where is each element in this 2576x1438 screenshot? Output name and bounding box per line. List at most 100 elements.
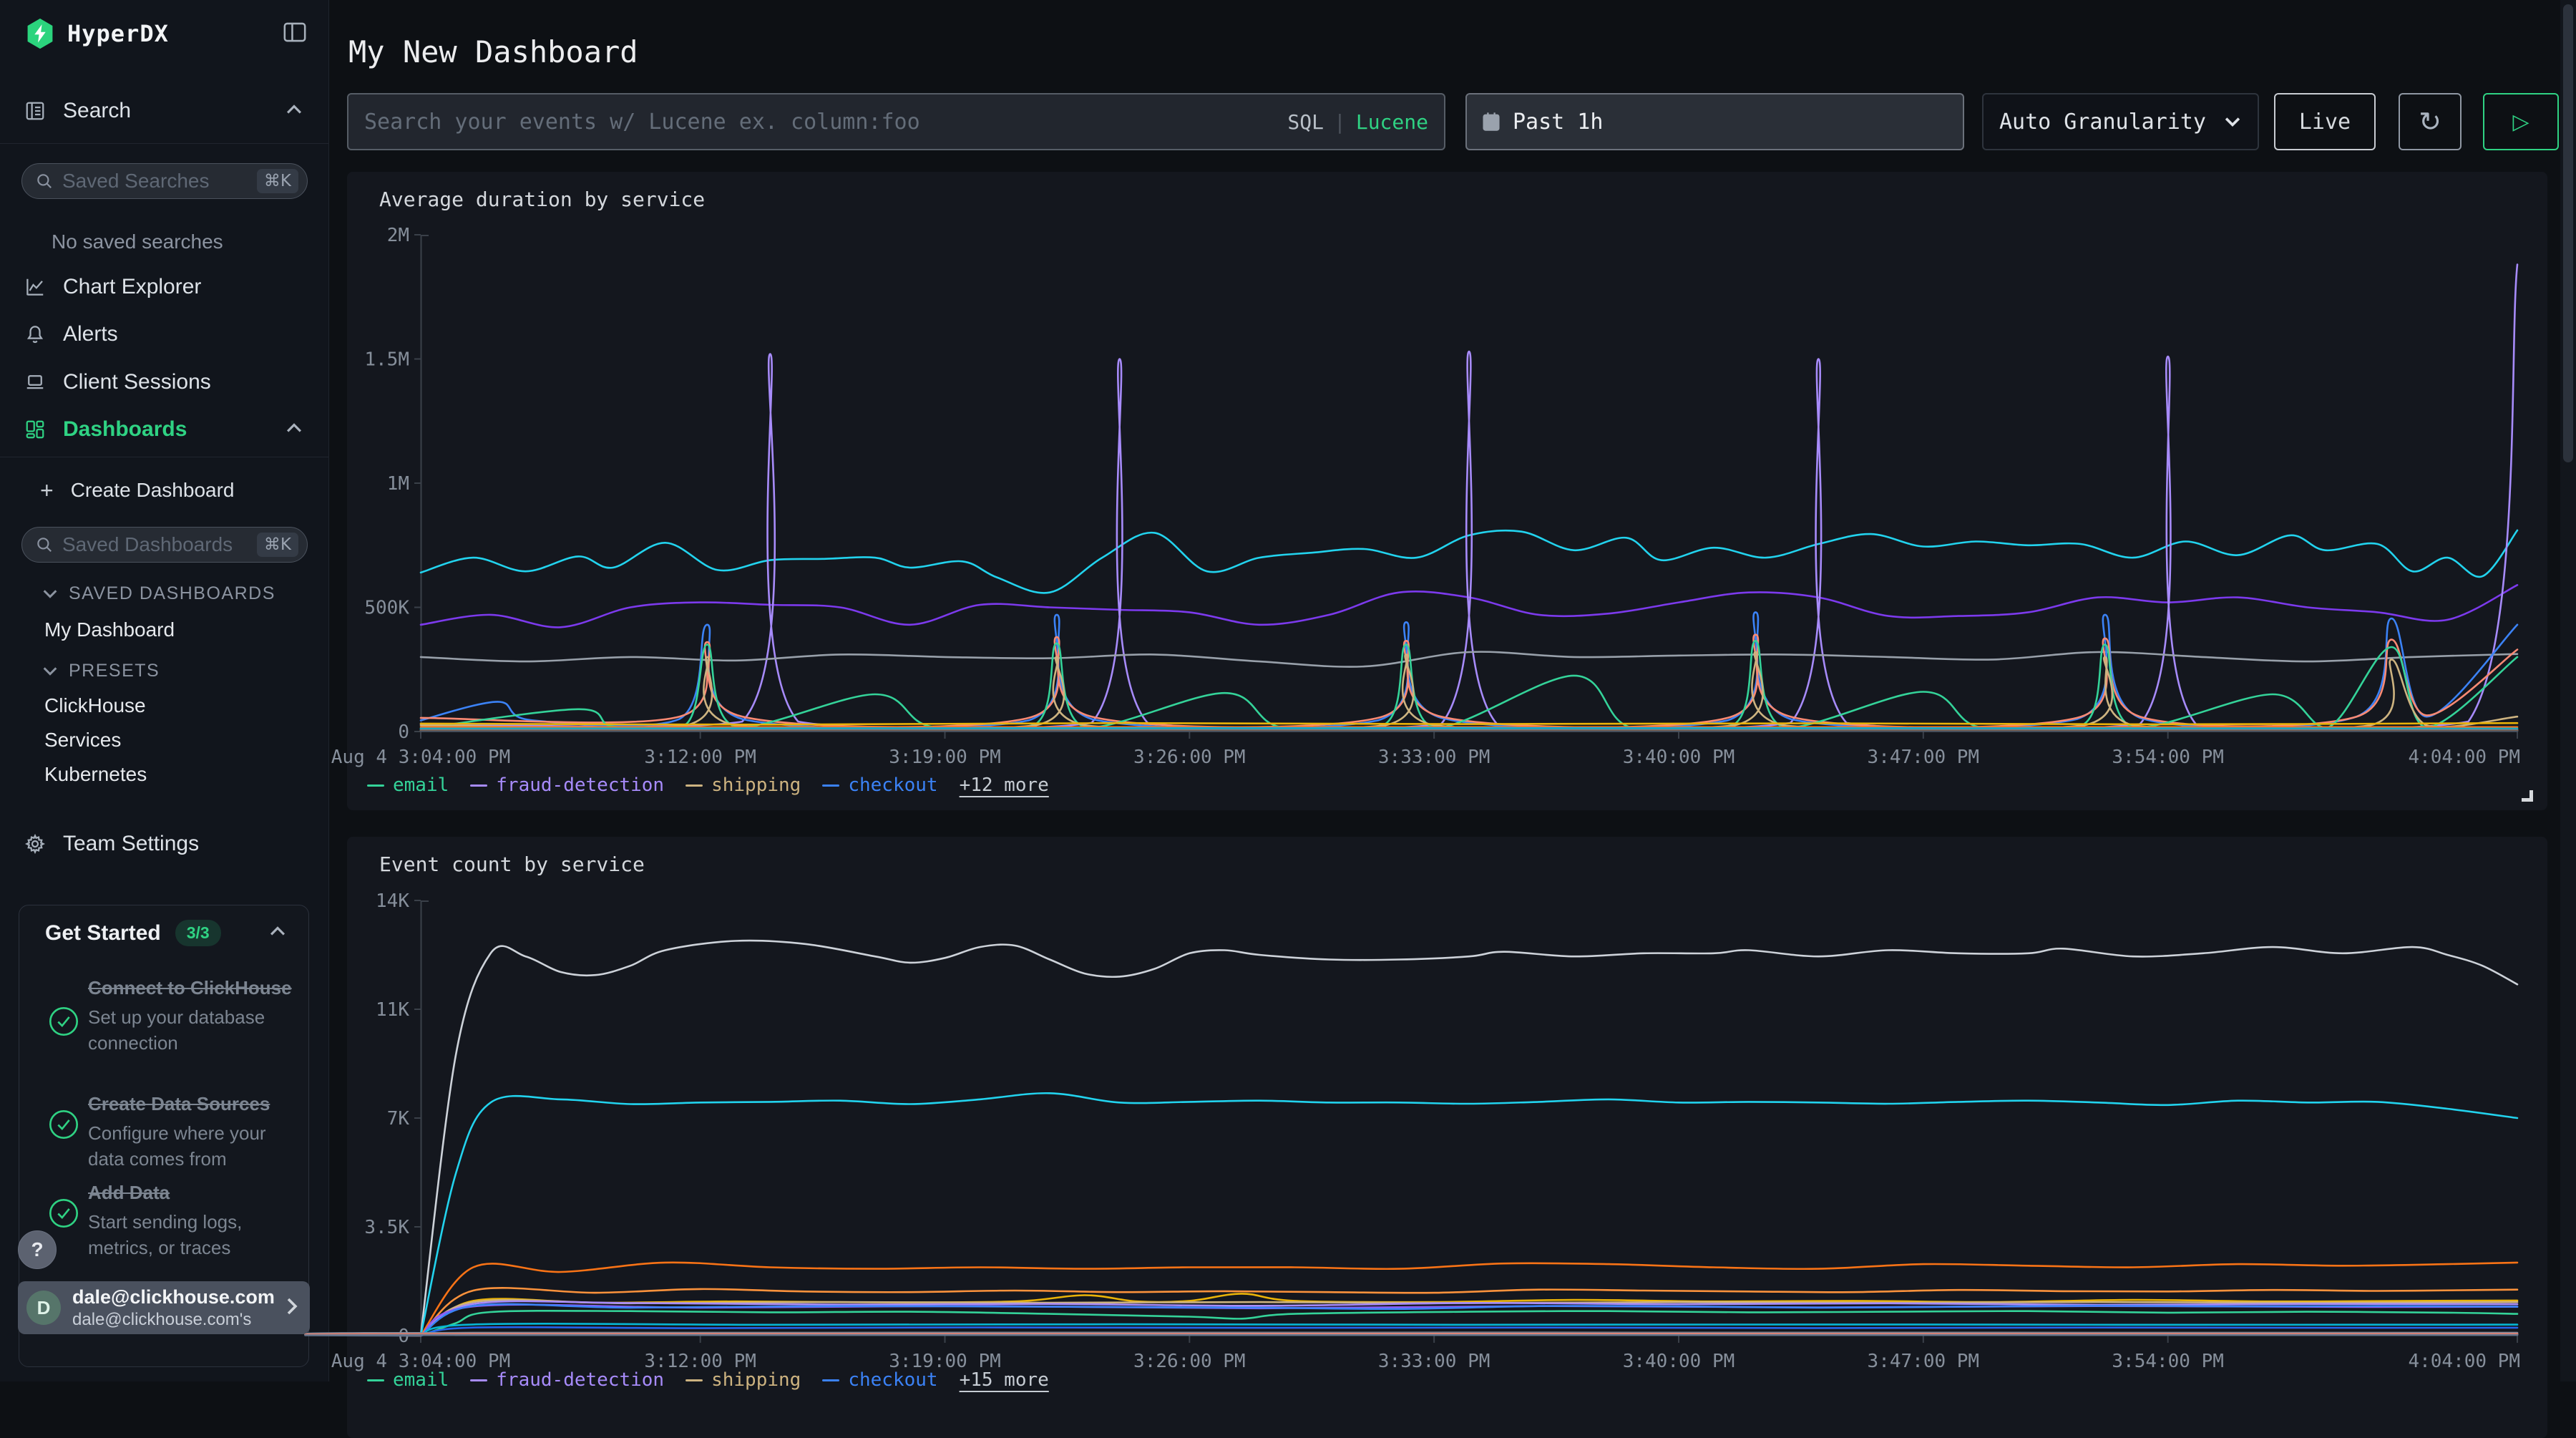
check-circle-icon [39,1090,88,1172]
help-button[interactable]: ? [18,1230,57,1269]
legend-label: fraud-detection [496,774,664,796]
chart-explorer-icon [24,276,46,298]
svg-text:500K: 500K [364,598,409,619]
granularity-select[interactable]: Auto Granularity [1982,93,2259,150]
lang-separator: | [1334,110,1346,134]
logo-row: HyperDX [24,16,307,52]
get-started-header[interactable]: Get Started 3/3 [45,920,287,946]
shortcut-badge: ⌘K [257,169,298,193]
legend-item[interactable]: email [367,1369,449,1391]
main-content: My New Dashboard SQL | Lucene Past 1h Au… [329,0,2560,1381]
legend-color-dash [367,784,384,787]
svg-text:7K: 7K [387,1108,410,1129]
svg-text:3:54:00 PM: 3:54:00 PM [2112,747,2224,768]
event-search-input[interactable] [364,110,1287,135]
page-title: My New Dashboard [348,34,638,69]
legend-item[interactable]: shipping [686,774,801,796]
get-started-item[interactable]: Connect to ClickHouse Set up your databa… [39,974,297,1056]
scrollbar-track[interactable] [2560,0,2576,1381]
legend-item[interactable]: email [367,774,449,796]
duration-chart-canvas[interactable]: 0500K1M1.5M2MAug 4 3:04:00 PM3:12:00 PM3… [360,228,2528,774]
svg-text:1.5M: 1.5M [364,349,409,371]
play-icon: ▷ [2512,110,2529,135]
saved-searches-field[interactable] [62,170,257,193]
legend-item[interactable]: fraud-detection [470,774,664,796]
get-started-item-title: Create Data Sources [88,1090,297,1117]
create-dashboard-button[interactable]: + Create Dashboard [0,471,329,510]
legend-color-dash [367,1379,384,1381]
plus-icon: + [40,480,54,501]
time-range-picker[interactable]: Past 1h [1465,93,1964,150]
svg-text:1M: 1M [387,473,409,495]
chevron-down-icon [42,666,59,676]
sql-toggle[interactable]: SQL [1287,110,1324,134]
svg-text:3:19:00 PM: 3:19:00 PM [889,747,1001,768]
sidebar-collapse-icon[interactable] [283,21,307,47]
event-count-chart-canvas[interactable]: 03.5K7K11K14KAug 4 3:04:00 PM3:12:00 PM3… [360,893,2528,1379]
legend-label: shipping [711,774,801,796]
granularity-value: Auto Granularity [1999,110,2206,135]
svg-text:3:26:00 PM: 3:26:00 PM [1133,747,1246,768]
saved-dashboards-group-header[interactable]: SAVED DASHBOARDS [42,583,275,604]
chevron-up-icon[interactable] [268,926,287,941]
get-started-item-title: Connect to ClickHouse [88,974,297,1001]
avatar: D [26,1291,61,1325]
event-search-box[interactable]: SQL | Lucene [347,93,1445,150]
legend-more-link[interactable]: +15 more [960,1369,1049,1391]
legend-label: email [393,774,449,796]
sidebar-item-dashboards[interactable]: Dashboards [0,410,329,449]
group-label: PRESETS [69,661,160,681]
legend-item[interactable]: checkout [822,1369,937,1391]
chevron-down-icon [42,588,59,599]
chart-title: Average duration by service [379,188,705,211]
saved-searches-input[interactable]: ⌘K [21,163,308,199]
run-query-button[interactable]: ▷ [2483,93,2559,150]
legend-item[interactable]: checkout [822,774,937,796]
saved-dashboards-field[interactable] [62,533,257,556]
legend-more-link[interactable]: +12 more [960,774,1049,796]
get-started-item[interactable]: Add Data Start sending logs, metrics, or… [39,1179,297,1260]
sidebar-item-label: Alerts [63,322,118,346]
user-menu[interactable]: D dale@clickhouse.com dale@clickhouse.co… [18,1281,310,1334]
svg-text:3:12:00 PM: 3:12:00 PM [644,747,756,768]
svg-text:3:47:00 PM: 3:47:00 PM [1868,747,1980,768]
sidebar-item-label: Search [63,99,131,123]
svg-text:3:26:00 PM: 3:26:00 PM [1133,1351,1246,1372]
legend-color-dash [686,784,703,787]
get-started-item[interactable]: Create Data Sources Configure where your… [39,1090,297,1172]
sidebar-item-label: Chart Explorer [63,275,201,299]
sidebar-item-chart-explorer[interactable]: Chart Explorer [0,268,329,306]
user-org: dale@clickhouse.com's [72,1310,286,1330]
svg-text:Aug 4 3:04:00 PM: Aug 4 3:04:00 PM [331,747,510,768]
time-range-value: Past 1h [1513,110,1603,135]
sidebar-item-client-sessions[interactable]: Client Sessions [0,363,329,402]
sidebar-item-my-dashboard[interactable]: My Dashboard [44,618,175,641]
divider [0,143,329,144]
lucene-toggle[interactable]: Lucene [1356,110,1428,134]
sidebar-item-clickhouse[interactable]: ClickHouse [44,694,146,717]
sidebar-item-label: Dashboards [63,417,187,442]
chevron-right-icon [286,1296,298,1320]
chevron-down-icon [2223,116,2242,127]
sidebar-item-alerts[interactable]: Alerts [0,315,329,354]
legend-item[interactable]: shipping [686,1369,801,1391]
legend-label: checkout [848,1369,937,1391]
sidebar-item-search[interactable]: Search [0,92,329,130]
live-button[interactable]: Live [2274,93,2376,150]
sidebar-item-kubernetes[interactable]: Kubernetes [44,763,147,786]
chart-title: Event count by service [379,852,645,876]
sidebar-item-services[interactable]: Services [44,729,121,752]
saved-dashboards-input[interactable]: ⌘K [21,527,308,563]
bell-icon [24,324,46,345]
sidebar-item-team-settings[interactable]: Team Settings [0,825,329,863]
svg-text:4:04:00 PM: 4:04:00 PM [2408,1351,2520,1372]
duration-chart-panel: Average duration by service 0500K1M1.5M2… [347,172,2547,810]
svg-text:2M: 2M [387,225,409,246]
legend-label: shipping [711,1369,801,1391]
scrollbar-thumb[interactable] [2563,4,2573,462]
refresh-button[interactable]: ↻ [2399,93,2462,150]
presets-group-header[interactable]: PRESETS [42,661,160,681]
legend-item[interactable]: fraud-detection [470,1369,664,1391]
get-started-item-desc: Start sending logs, metrics, or traces [88,1209,297,1260]
panel-resize-handle[interactable] [2522,790,2533,802]
